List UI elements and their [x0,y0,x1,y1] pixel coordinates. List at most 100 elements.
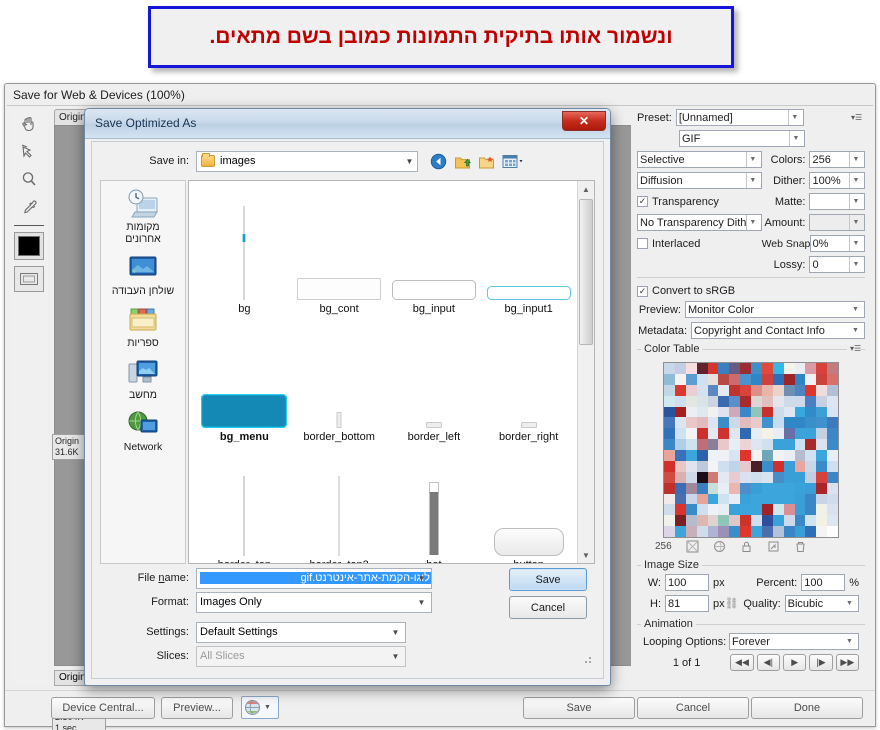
new-folder-icon[interactable] [478,153,495,170]
color-table-swatch[interactable] [794,406,806,418]
color-table-swatch[interactable] [772,406,784,418]
color-table-swatch[interactable] [718,526,730,537]
color-table-swatch[interactable] [827,515,838,527]
color-table-swatch[interactable] [696,526,708,537]
color-table-swatch[interactable] [685,526,697,537]
color-table-swatch[interactable] [794,471,806,483]
file-list-scrollbar[interactable]: ▲ ▼ [577,181,594,563]
color-table-swatch[interactable] [664,384,675,396]
color-table-menu-icon[interactable]: ▾☰ [847,343,861,354]
color-table-swatch[interactable] [816,526,828,537]
color-table-swatch[interactable] [685,406,697,418]
color-table-swatch[interactable] [707,515,719,527]
color-table-swatch[interactable] [751,515,762,527]
color-table-swatch[interactable] [707,384,719,396]
color-table-swatch[interactable] [664,493,675,505]
color-table-swatch[interactable] [816,460,828,472]
snap-to-web-icon[interactable] [686,540,699,553]
color-table-swatch[interactable] [718,406,730,418]
color-table-swatch[interactable] [805,439,817,450]
file-list[interactable]: bg bg_cont bg_input bg_input1 bg_menu bo… [188,180,595,564]
color-table-swatch[interactable] [772,439,784,450]
color-table-swatch[interactable] [729,460,741,472]
color-table-swatch[interactable] [664,460,675,472]
color-table-swatch[interactable] [718,395,730,407]
color-table-swatch[interactable] [751,417,762,429]
color-table-swatch[interactable] [707,493,719,505]
color-table-swatch[interactable] [783,373,795,385]
color-table-swatch[interactable] [729,363,741,374]
file-name-input[interactable]: לוגו-הקמת-אתר-אינטרנט.gif ▼ [196,567,432,589]
color-table-swatch[interactable] [718,460,730,472]
width-input[interactable]: 100 [665,574,709,591]
first-frame-button[interactable]: ◀◀ [730,654,754,671]
color-table-swatch[interactable] [718,504,730,516]
color-table-swatch[interactable] [805,373,817,385]
color-table-swatch[interactable] [674,471,686,483]
color-table-swatch[interactable] [761,515,773,527]
color-table-swatch[interactable] [794,417,806,429]
color-table-swatch[interactable] [783,384,795,396]
color-table-swatch[interactable] [718,363,730,374]
color-table-swatch[interactable] [674,450,686,461]
color-table-swatch[interactable] [805,471,817,483]
color-table-swatch[interactable] [664,395,675,407]
color-table-swatch[interactable] [729,406,741,418]
color-table-swatch[interactable] [740,439,751,450]
color-table-swatch[interactable] [696,406,708,418]
zoom-tool[interactable] [13,165,45,193]
list-item[interactable]: border_left [387,315,482,443]
color-table-swatch[interactable] [707,450,719,461]
color-table-swatch[interactable] [805,460,817,472]
next-frame-button[interactable]: |▶ [809,654,833,671]
color-table-swatch[interactable] [772,482,784,494]
color-table-swatch[interactable] [707,460,719,472]
color-table-swatch[interactable] [718,439,730,450]
color-table-swatch[interactable] [761,471,773,483]
color-table-swatch[interactable] [674,395,686,407]
color-table-swatch[interactable] [729,493,741,505]
list-item[interactable]: bg_cont [292,187,387,315]
color-table-swatch[interactable] [794,384,806,396]
color-table-swatch[interactable] [729,439,741,450]
color-table-swatch[interactable] [751,373,762,385]
color-reduction-select[interactable]: Selective ▼ [637,151,762,168]
color-table-swatch[interactable] [740,504,751,516]
color-table-swatch[interactable] [740,373,751,385]
color-table-swatch[interactable] [718,493,730,505]
color-table-swatch[interactable] [674,482,686,494]
color-table-swatch[interactable] [772,395,784,407]
color-table-swatch[interactable] [816,482,828,494]
color-table-swatch[interactable] [751,493,762,505]
dither-input[interactable]: 100% ▼ [809,172,865,189]
place-recent-places[interactable]: מקומות אחרונים [102,187,184,245]
color-table-swatch[interactable] [783,504,795,516]
color-table-swatch[interactable] [718,417,730,429]
color-table-swatch[interactable] [685,428,697,440]
save-in-combo[interactable]: images ▼ [196,150,418,172]
color-table-swatch[interactable] [729,471,741,483]
color-table-swatch[interactable] [696,417,708,429]
list-item[interactable]: bg_menu [197,315,292,443]
color-table-swatch[interactable] [761,460,773,472]
list-item[interactable]: bg [197,187,292,315]
color-table-swatch[interactable] [685,460,697,472]
color-table-swatch[interactable] [794,493,806,505]
color-table-swatch[interactable] [772,373,784,385]
constrain-proportions-icon[interactable]: ⛓ [725,597,739,610]
color-table-swatch[interactable] [805,406,817,418]
color-table-swatch[interactable] [827,363,838,374]
scroll-down-icon[interactable]: ▼ [578,547,594,563]
color-table-swatch[interactable] [805,384,817,396]
color-table-swatch[interactable] [783,460,795,472]
color-table-swatch[interactable] [761,482,773,494]
color-table-swatch[interactable] [674,373,686,385]
color-table-swatch[interactable] [816,439,828,450]
color-table-swatch[interactable] [761,406,773,418]
color-table-swatch[interactable] [696,428,708,440]
chevron-down-icon[interactable]: ▼ [413,570,430,587]
resize-grip-icon[interactable] [581,652,593,664]
color-table-swatch[interactable] [664,515,675,527]
list-item[interactable]: button [481,443,576,563]
color-table-swatch[interactable] [794,363,806,374]
